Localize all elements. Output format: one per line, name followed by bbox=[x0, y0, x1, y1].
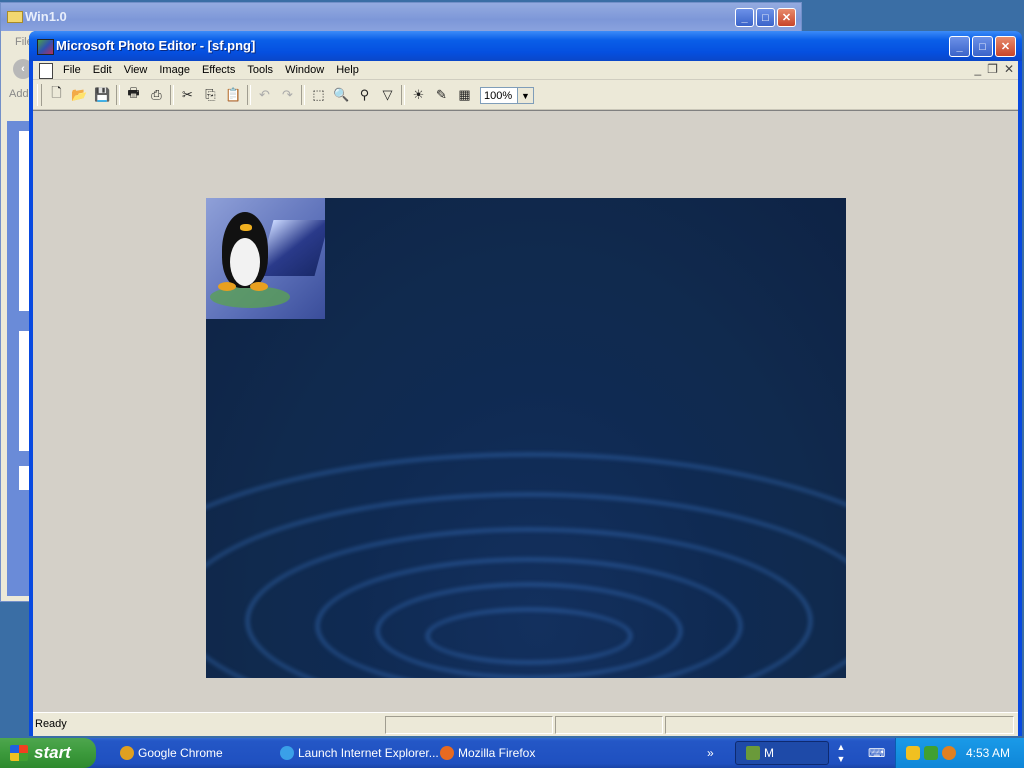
smudge-icon[interactable]: ⚲ bbox=[353, 84, 376, 106]
close-button[interactable]: ✕ bbox=[995, 36, 1016, 57]
toolbar-separator bbox=[401, 85, 405, 105]
taskbar: start Google Chrome Launch Internet Expl… bbox=[0, 738, 1024, 768]
doc-restore-button[interactable]: ❐ bbox=[987, 62, 998, 76]
menu-window[interactable]: Window bbox=[279, 61, 330, 79]
menu-edit[interactable]: Edit bbox=[87, 61, 118, 79]
toolbar-separator bbox=[116, 85, 120, 105]
balance-icon[interactable]: ☀ bbox=[407, 84, 430, 106]
windows-logo-icon bbox=[10, 745, 28, 761]
bg-side-panel bbox=[7, 121, 31, 596]
window-title: Microsoft Photo Editor - [sf.png] bbox=[56, 38, 256, 53]
chrome-icon bbox=[120, 746, 134, 760]
start-label: start bbox=[34, 743, 71, 762]
scan-icon[interactable]: ⎙ bbox=[145, 84, 168, 106]
penguin-beak bbox=[240, 224, 252, 231]
clock[interactable]: 4:53 AM bbox=[966, 746, 1010, 760]
toolbar-separator bbox=[170, 85, 174, 105]
penguin-belly bbox=[230, 238, 260, 286]
status-panel bbox=[665, 716, 1014, 734]
doc-minimize-button[interactable]: _ bbox=[974, 62, 981, 76]
toolbar-grip[interactable] bbox=[37, 84, 42, 106]
maximize-button[interactable]: □ bbox=[972, 36, 993, 57]
bg-maximize-button[interactable]: □ bbox=[756, 8, 775, 27]
taskbar-scroll-arrows[interactable]: ▲ ▼ bbox=[834, 741, 848, 765]
toolbar-separator bbox=[301, 85, 305, 105]
image-canvas[interactable] bbox=[206, 198, 846, 678]
ie-icon bbox=[280, 746, 294, 760]
taskbar-item-label: M bbox=[764, 746, 774, 760]
keyboard-icon[interactable]: ⌨ bbox=[868, 741, 885, 765]
zoom-icon[interactable]: 🔍 bbox=[330, 84, 353, 106]
copy-icon[interactable]: ⎘ bbox=[199, 84, 222, 106]
status-bar: Ready bbox=[33, 712, 1018, 736]
zoom-dropdown-icon[interactable]: ▼ bbox=[518, 86, 534, 104]
save-icon[interactable]: 💾 bbox=[91, 84, 114, 106]
minimize-button[interactable]: _ bbox=[949, 36, 970, 57]
bg-minimize-button[interactable]: _ bbox=[735, 8, 754, 27]
taskbar-item-photo-editor[interactable]: M bbox=[735, 741, 829, 765]
undo-icon[interactable]: ↶ bbox=[253, 84, 276, 106]
taskbar-item-label: Google Chrome bbox=[138, 746, 223, 760]
photo-editor-app-icon[interactable] bbox=[37, 39, 54, 55]
document-icon[interactable] bbox=[39, 63, 53, 79]
ripple-ring bbox=[206, 453, 846, 678]
taskbar-item-label: Launch Internet Explorer... bbox=[298, 746, 439, 760]
security-shield-icon[interactable] bbox=[906, 746, 920, 760]
status-panel bbox=[555, 716, 663, 734]
toolbar-separator bbox=[247, 85, 251, 105]
photo-editor-window[interactable]: Microsoft Photo Editor - [sf.png] _ □ ✕ … bbox=[29, 31, 1022, 736]
menu-help[interactable]: Help bbox=[330, 61, 365, 79]
toolbar: 🗋 📂 💾 🖶 ⎙ ✂ ⎘ 📋 ↶ ↷ ⬚ 🔍 ⚲ ▽ ☀ ✎ ▦ 100% ▼ bbox=[33, 81, 1018, 110]
menu-effects[interactable]: Effects bbox=[196, 61, 241, 79]
menu-tools[interactable]: Tools bbox=[241, 61, 279, 79]
start-button[interactable]: start bbox=[0, 738, 96, 768]
taskbar-item-ie[interactable]: Launch Internet Explorer... bbox=[280, 741, 439, 765]
background-window-titlebar[interactable]: Win1.0 _ □ ✕ bbox=[1, 3, 801, 31]
paste-icon[interactable]: 📋 bbox=[222, 84, 245, 106]
window-client: File Edit View Image Effects Tools Windo… bbox=[33, 61, 1018, 736]
bg-close-button[interactable]: ✕ bbox=[777, 8, 796, 27]
open-icon[interactable]: 📂 bbox=[68, 84, 91, 106]
zoom-select[interactable]: 100% ▼ bbox=[480, 86, 534, 104]
window-titlebar[interactable]: Microsoft Photo Editor - [sf.png] _ □ ✕ bbox=[29, 31, 1022, 61]
image-workspace[interactable] bbox=[33, 110, 1018, 712]
status-panel bbox=[385, 716, 553, 734]
effects-icon[interactable]: ▦ bbox=[453, 84, 476, 106]
menu-view[interactable]: View bbox=[118, 61, 154, 79]
taskbar-overflow-button[interactable]: » bbox=[707, 741, 721, 765]
background-window-title: Win1.0 bbox=[25, 9, 67, 24]
firefox-icon bbox=[440, 746, 454, 760]
book-shape bbox=[258, 220, 325, 276]
network-icon[interactable] bbox=[924, 746, 938, 760]
folder-icon bbox=[7, 11, 23, 23]
penguin-foot bbox=[250, 282, 268, 291]
select-icon[interactable]: ⬚ bbox=[307, 84, 330, 106]
photo-editor-icon bbox=[746, 746, 760, 760]
search-icon[interactable] bbox=[942, 746, 956, 760]
doc-close-button[interactable]: ✕ bbox=[1004, 62, 1014, 76]
system-tray: 4:53 AM bbox=[895, 738, 1024, 768]
sharpen-icon[interactable]: ▽ bbox=[376, 84, 399, 106]
taskbar-item-label: Mozilla Firefox bbox=[458, 746, 536, 760]
menu-image[interactable]: Image bbox=[153, 61, 196, 79]
taskbar-item-chrome[interactable]: Google Chrome bbox=[120, 741, 223, 765]
redo-icon[interactable]: ↷ bbox=[276, 84, 299, 106]
new-icon[interactable]: 🗋 bbox=[45, 84, 68, 106]
penguin-foot bbox=[218, 282, 236, 291]
taskbar-item-firefox[interactable]: Mozilla Firefox bbox=[440, 741, 535, 765]
print-icon[interactable]: 🖶 bbox=[122, 84, 145, 106]
menu-file[interactable]: File bbox=[57, 61, 87, 79]
paint-icon[interactable]: ✎ bbox=[430, 84, 453, 106]
zoom-value[interactable]: 100% bbox=[480, 86, 518, 104]
cut-icon[interactable]: ✂ bbox=[176, 84, 199, 106]
tux-penguin-image bbox=[206, 198, 325, 319]
menu-bar: File Edit View Image Effects Tools Windo… bbox=[33, 61, 1018, 80]
status-text: Ready bbox=[35, 718, 67, 730]
